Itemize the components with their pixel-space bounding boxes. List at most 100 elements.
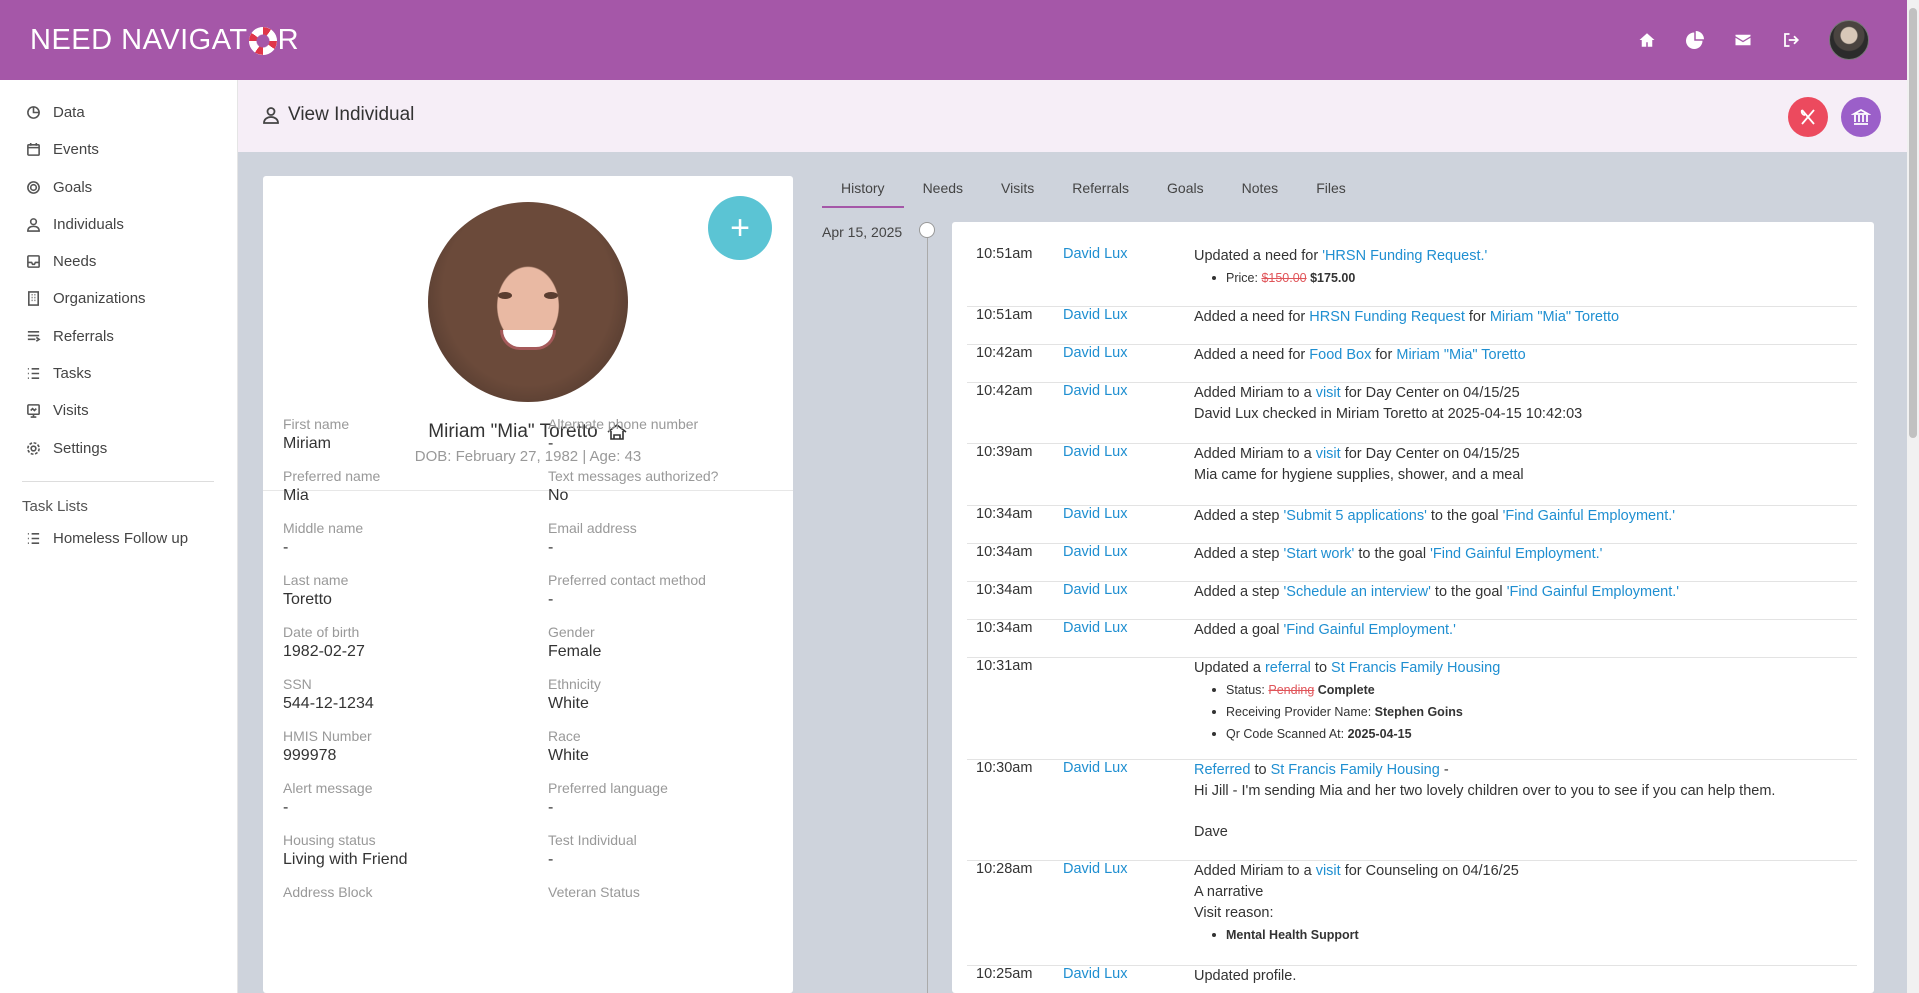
sidebar-item-individuals[interactable]: Individuals [26,212,124,236]
sidebar-item-goals[interactable]: Goals [26,175,92,199]
history-user-link[interactable]: David Lux [1063,444,1127,460]
history-bullet: Mental Health Support [1212,924,1844,946]
history-link[interactable]: HRSN Funding Request [1309,309,1465,325]
calendar-icon [27,142,40,156]
history-extra-text: A narrative [1194,884,1264,900]
history-time: 10:51am [976,307,1033,323]
profile-field: Preferred language - [548,780,788,817]
history-link[interactable]: 'HRSN Funding Request.' [1322,248,1487,264]
sidebar-item-label: Referrals [53,327,114,345]
profile-field: Date of birth 1982-02-27 [283,624,523,661]
pie-chart-icon[interactable] [1685,30,1705,50]
history-text: Added a need for [1194,347,1310,363]
sidebar-item-referrals[interactable]: Referrals [26,324,114,348]
tab-referrals[interactable]: Referrals [1053,176,1148,206]
history-description-line: Added a need for HRSN Funding Request fo… [1194,307,1844,328]
history-user-link[interactable]: David Lux [1063,760,1127,776]
field-label: Veteran Status [548,884,640,900]
tab-needs[interactable]: Needs [904,176,982,206]
add-button[interactable]: + [708,196,772,260]
history-time: 10:30am [976,760,1033,776]
logo-text-end: R [277,24,300,56]
mail-icon[interactable] [1733,30,1753,50]
field-value: Miriam [283,435,331,452]
history-user-link[interactable]: David Lux [1063,345,1127,361]
history-text: Added Miriam to a [1194,385,1316,401]
history-user-link[interactable]: David Lux [1063,861,1127,877]
history-row: 10:51am David Lux Updated a need for 'HRSN… [967,246,1857,307]
profile-field: Alert message - [283,780,523,817]
history-link[interactable]: 'Find Gainful Employment.' [1284,622,1456,638]
field-value: Toretto [283,591,332,608]
history-text: Added Miriam to a [1194,446,1316,462]
tab-history[interactable]: History [822,176,904,208]
page-scrollbar[interactable] [1907,0,1919,993]
app-logo[interactable]: NEED NAVIGAT R [30,24,299,57]
history-link[interactable]: visit [1316,863,1341,879]
field-value: White [548,747,589,764]
history-user-link[interactable]: David Lux [1063,383,1127,399]
field-label: HMIS Number [283,728,372,744]
history-link[interactable]: 'Find Gainful Employment.' [1430,546,1602,562]
field-label: Date of birth [283,624,360,640]
history-extra-text: Hi Jill - I'm sending Mia and her two lo… [1194,783,1776,799]
history-link[interactable]: visit [1316,446,1341,462]
history-extra-text: Mia came for hygiene supplies, shower, a… [1194,467,1524,483]
history-link[interactable]: Food Box [1309,347,1371,363]
sidebar-item-needs[interactable]: Needs [26,249,96,273]
history-user-link[interactable]: David Lux [1063,966,1127,982]
sidebar-item-events[interactable]: Events [26,137,99,161]
tab-notes[interactable]: Notes [1223,176,1298,206]
history-user-link[interactable]: David Lux [1063,307,1127,323]
sidebar-item-visits[interactable]: Visits [26,398,89,422]
sidebar-item-data[interactable]: Data [26,100,85,124]
history-link[interactable]: Referred [1194,762,1250,778]
history-row: 10:34am David Lux Added a step 'Start work… [967,544,1857,582]
field-value: 999978 [283,747,337,764]
tab-goals[interactable]: Goals [1148,176,1223,206]
history-link[interactable]: St Francis Family Housing [1271,762,1440,778]
history-user-link[interactable]: David Lux [1063,506,1127,522]
history-text: Updated profile. [1194,968,1297,984]
history-time: 10:25am [976,966,1033,982]
field-value: Mia [283,487,309,504]
food-service-button[interactable] [1788,97,1828,137]
history-link[interactable]: 'Submit 5 applications' [1284,508,1427,524]
field-value: - [548,591,554,608]
history-link[interactable]: 'Schedule an interview' [1284,584,1431,600]
history-user-link[interactable]: David Lux [1063,620,1127,636]
history-link[interactable]: 'Find Gainful Employment.' [1507,584,1679,600]
tab-visits[interactable]: Visits [982,176,1053,206]
history-extra-text: Dave [1194,824,1228,840]
sidebar-item-organizations[interactable]: Organizations [26,286,146,310]
logout-icon[interactable] [1781,30,1801,50]
history-link[interactable]: visit [1316,385,1341,401]
list-icon [27,532,40,544]
history-text: Added Miriam to a [1194,863,1316,879]
sidebar-item-tasks[interactable]: Tasks [26,361,91,385]
home-icon[interactable] [1637,30,1657,50]
history-link[interactable]: Miriam "Mia" Toretto [1490,309,1619,325]
history-user-link[interactable]: David Lux [1063,582,1127,598]
history-link[interactable]: 'Start work' [1284,546,1355,562]
user-avatar[interactable] [1829,20,1869,60]
history-link[interactable]: referral [1265,660,1311,676]
history-bullet-text: Pending [1268,683,1315,697]
history-description: Added a goal 'Find Gainful Employment.' [1194,620,1844,641]
tab-files[interactable]: Files [1297,176,1365,206]
history-link[interactable]: Miriam "Mia" Toretto [1396,347,1525,363]
sidebar-item-homeless-follow-up[interactable]: Homeless Follow up [26,526,188,550]
history-user-link[interactable]: David Lux [1063,544,1127,560]
history-user-link[interactable]: David Lux [1063,246,1127,262]
field-label: Housing status [283,832,376,848]
sidebar-item-settings[interactable]: Settings [26,436,107,460]
scrollbar-thumb[interactable] [1909,8,1917,438]
organization-button[interactable] [1841,97,1881,137]
history-bullet-text: Receiving Provider Name: [1226,705,1375,719]
history-link[interactable]: 'Find Gainful Employment.' [1503,508,1675,524]
history-link[interactable]: St Francis Family Housing [1331,660,1500,676]
lifebuoy-icon [248,26,277,55]
history-description: Referred to St Francis Family Housing - H… [1194,760,1844,843]
history-description: Added a step 'Schedule an interview' to … [1194,582,1844,603]
field-label: Preferred contact method [548,572,706,588]
